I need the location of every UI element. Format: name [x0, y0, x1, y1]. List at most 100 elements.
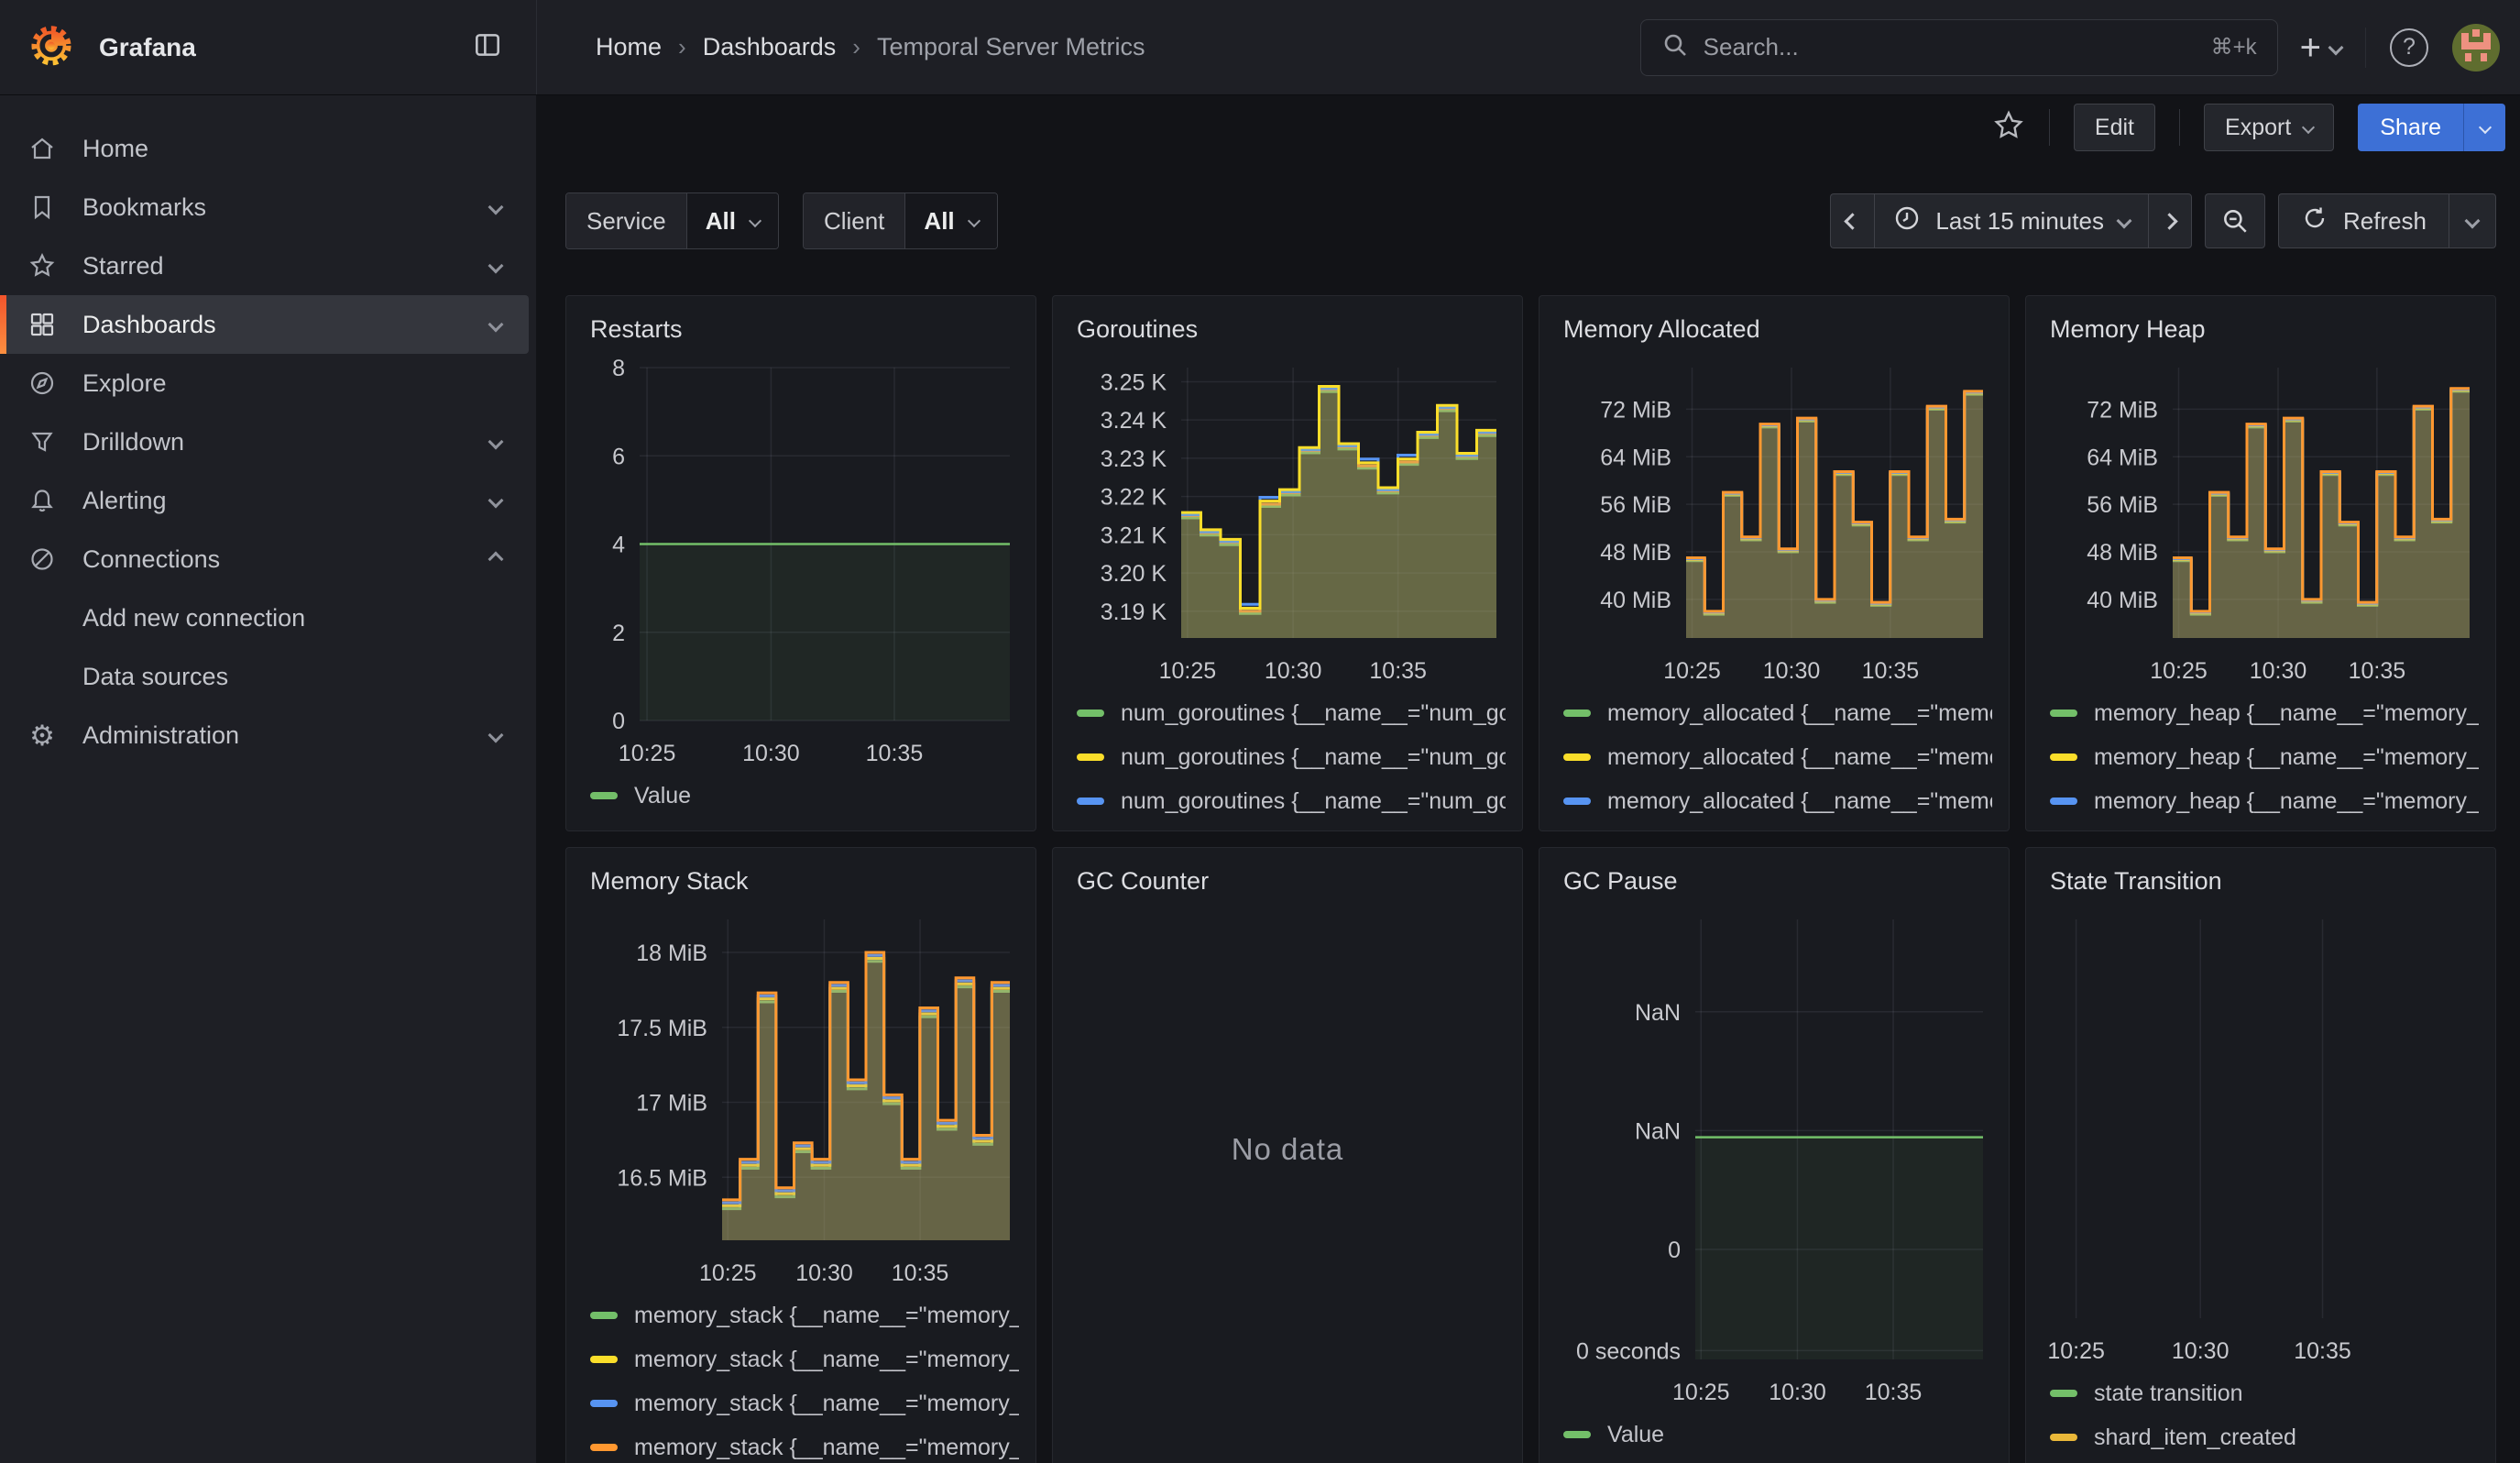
sidebar-item-label: Starred: [82, 252, 164, 280]
panel-title[interactable]: Memory Stack: [583, 863, 1019, 903]
dashboards-grid-icon: [27, 311, 57, 338]
legend-label[interactable]: shard_item_created: [2094, 1424, 2296, 1451]
breadcrumb-dashboards[interactable]: Dashboards: [703, 33, 837, 61]
memory-heap-chart[interactable]: 40 MiB48 MiB56 MiB64 MiB72 MiB10:2510:30…: [2043, 357, 2479, 691]
time-shift-back-button[interactable]: [1830, 193, 1874, 248]
refresh-icon: [2301, 204, 2328, 238]
client-variable-value: All: [924, 207, 954, 236]
sidebar-nav: Home Bookmarks Starred: [0, 95, 536, 1463]
sidebar-item-connections[interactable]: Connections: [0, 530, 529, 588]
svg-text:10:25: 10:25: [699, 1260, 757, 1286]
legend-row: memory_allocated {__name__="memo: [1556, 823, 1992, 831]
refresh-button[interactable]: Refresh: [2278, 193, 2449, 248]
chevron-down-icon[interactable]: [488, 258, 504, 274]
share-dropdown-button[interactable]: [2463, 104, 2505, 151]
legend-label[interactable]: state transition: [2094, 1380, 2243, 1407]
sidebar-item-home[interactable]: Home: [0, 119, 529, 178]
share-button[interactable]: Share: [2358, 104, 2463, 151]
legend-label[interactable]: memory_heap {__name__="memory_h: [2094, 744, 2479, 771]
svg-text:3.21 K: 3.21 K: [1101, 522, 1167, 548]
panel-title[interactable]: Memory Allocated: [1556, 311, 1992, 351]
panel-title[interactable]: State Transition: [2043, 863, 2479, 903]
service-variable-value: All: [706, 207, 736, 236]
panel-title[interactable]: GC Counter: [1069, 863, 1506, 903]
svg-text:6: 6: [612, 444, 625, 469]
export-button[interactable]: Export: [2204, 104, 2334, 151]
legend-label[interactable]: memory_allocated {__name__="memo: [1607, 700, 1992, 727]
goroutines-chart[interactable]: 3.19 K3.20 K3.21 K3.22 K3.23 K3.24 K3.25…: [1069, 357, 1506, 691]
sidebar-item-dashboards[interactable]: Dashboards: [0, 295, 529, 354]
legend-swatch: [590, 1400, 618, 1407]
chevron-down-icon[interactable]: [488, 434, 504, 450]
legend-label[interactable]: memory_stack {__name__="memory_s: [634, 1303, 1019, 1329]
panel-title[interactable]: Memory Heap: [2043, 311, 2479, 351]
legend-label[interactable]: num_goroutines {__name__="num_go: [1121, 744, 1506, 771]
client-variable-label: Client: [804, 193, 905, 248]
user-avatar[interactable]: [2452, 24, 2500, 72]
chevron-down-icon[interactable]: [488, 317, 504, 333]
grafana-logo[interactable]: [27, 21, 75, 73]
panel-title[interactable]: Restarts: [583, 311, 1019, 351]
chevron-down-icon[interactable]: [488, 200, 504, 215]
brand-title: Grafana: [99, 33, 196, 62]
legend-label[interactable]: memory_stack {__name__="memory_s: [634, 1391, 1019, 1417]
zoom-out-button[interactable]: [2205, 193, 2265, 248]
state-transition-chart[interactable]: 10:2510:3010:35: [2043, 908, 2479, 1371]
legend-row: shard_item_created: [2043, 1415, 2479, 1459]
sidebar-item-data-sources[interactable]: Data sources: [0, 647, 529, 706]
legend-label[interactable]: memory_stack {__name__="memory_s: [634, 1435, 1019, 1461]
panel-state-transition: State Transition 10:2510:3010:35 state t…: [2025, 847, 2496, 1463]
legend-label[interactable]: num_goroutines {__name__="num_go: [1121, 700, 1506, 727]
legend-label[interactable]: Value: [634, 783, 691, 809]
refresh-label: Refresh: [2343, 207, 2427, 236]
chevron-down-icon[interactable]: [488, 728, 504, 743]
drilldown-icon: [27, 428, 57, 456]
memory-stack-chart[interactable]: 16.5 MiB17 MiB17.5 MiB18 MiB10:2510:3010…: [583, 908, 1019, 1293]
legend-label[interactable]: Value: [1607, 1422, 1664, 1448]
search-input[interactable]: Search... ⌘+k: [1640, 19, 2278, 76]
chevron-down-icon: [2478, 121, 2491, 134]
legend-row: num_goroutines {__name__="num_go: [1069, 735, 1506, 779]
time-range-picker[interactable]: Last 15 minutes: [1874, 193, 2148, 248]
client-variable-select[interactable]: All: [905, 193, 996, 248]
panel-memory-heap: Memory Heap 40 MiB48 MiB56 MiB64 MiB72 M…: [2025, 295, 2496, 831]
panel-title[interactable]: Goroutines: [1069, 311, 1506, 351]
dashboard-toolbar: Edit Export Share: [536, 99, 2520, 156]
svg-text:72 MiB: 72 MiB: [1600, 397, 1671, 423]
legend-label[interactable]: memory_heap {__name__="memory_h: [2094, 700, 2479, 727]
add-menu-button[interactable]: +: [2300, 29, 2341, 66]
service-variable-select[interactable]: All: [687, 193, 778, 248]
legend-label[interactable]: memory_allocated {__name__="memo: [1607, 744, 1992, 771]
legend-label[interactable]: memory_allocated {__name__="memo: [1607, 788, 1992, 815]
sidebar-item-explore[interactable]: Explore: [0, 354, 529, 412]
legend-label[interactable]: num_goroutines {__name__="num_go: [1121, 788, 1506, 815]
chevron-down-icon[interactable]: [488, 493, 504, 509]
sidebar-item-alerting[interactable]: Alerting: [0, 471, 529, 530]
breadcrumb-home[interactable]: Home: [596, 33, 662, 61]
sidebar-item-bookmarks[interactable]: Bookmarks: [0, 178, 529, 236]
panel-title[interactable]: GC Pause: [1556, 863, 1992, 903]
refresh-interval-dropdown[interactable]: [2449, 193, 2496, 248]
svg-text:10:25: 10:25: [1663, 658, 1721, 684]
svg-text:18 MiB: 18 MiB: [636, 940, 707, 966]
svg-text:4: 4: [612, 533, 625, 558]
edit-button[interactable]: Edit: [2074, 104, 2155, 151]
sidebar-item-administration[interactable]: ⚙ Administration: [0, 706, 529, 764]
chevron-up-icon[interactable]: [488, 552, 504, 567]
legend-row: num_goroutines {__name__="num_go: [1069, 779, 1506, 823]
sidebar-item-drilldown[interactable]: Drilldown: [0, 412, 529, 471]
favorite-star-icon[interactable]: [1992, 109, 2025, 147]
help-icon[interactable]: ?: [2390, 28, 2428, 67]
breadcrumb-separator: ›: [678, 33, 686, 61]
restarts-chart[interactable]: 0246810:2510:3010:35: [583, 357, 1019, 774]
topbar-actions-divider: [2365, 28, 2366, 68]
legend-label[interactable]: memory_stack {__name__="memory_s: [634, 1347, 1019, 1373]
time-shift-forward-button[interactable]: [2148, 193, 2192, 248]
gc-pause-chart[interactable]: NaNNaN00 seconds10:2510:3010:35: [1556, 908, 1992, 1413]
legend-label[interactable]: memory_heap {__name__="memory_h: [2094, 788, 2479, 815]
memory-allocated-chart[interactable]: 40 MiB48 MiB56 MiB64 MiB72 MiB10:2510:30…: [1556, 357, 1992, 691]
breadcrumb: Home › Dashboards › Temporal Server Metr…: [537, 33, 1145, 61]
sidebar-item-add-new-connection[interactable]: Add new connection: [0, 588, 529, 647]
dock-sidebar-icon[interactable]: [472, 29, 503, 65]
sidebar-item-starred[interactable]: Starred: [0, 236, 529, 295]
